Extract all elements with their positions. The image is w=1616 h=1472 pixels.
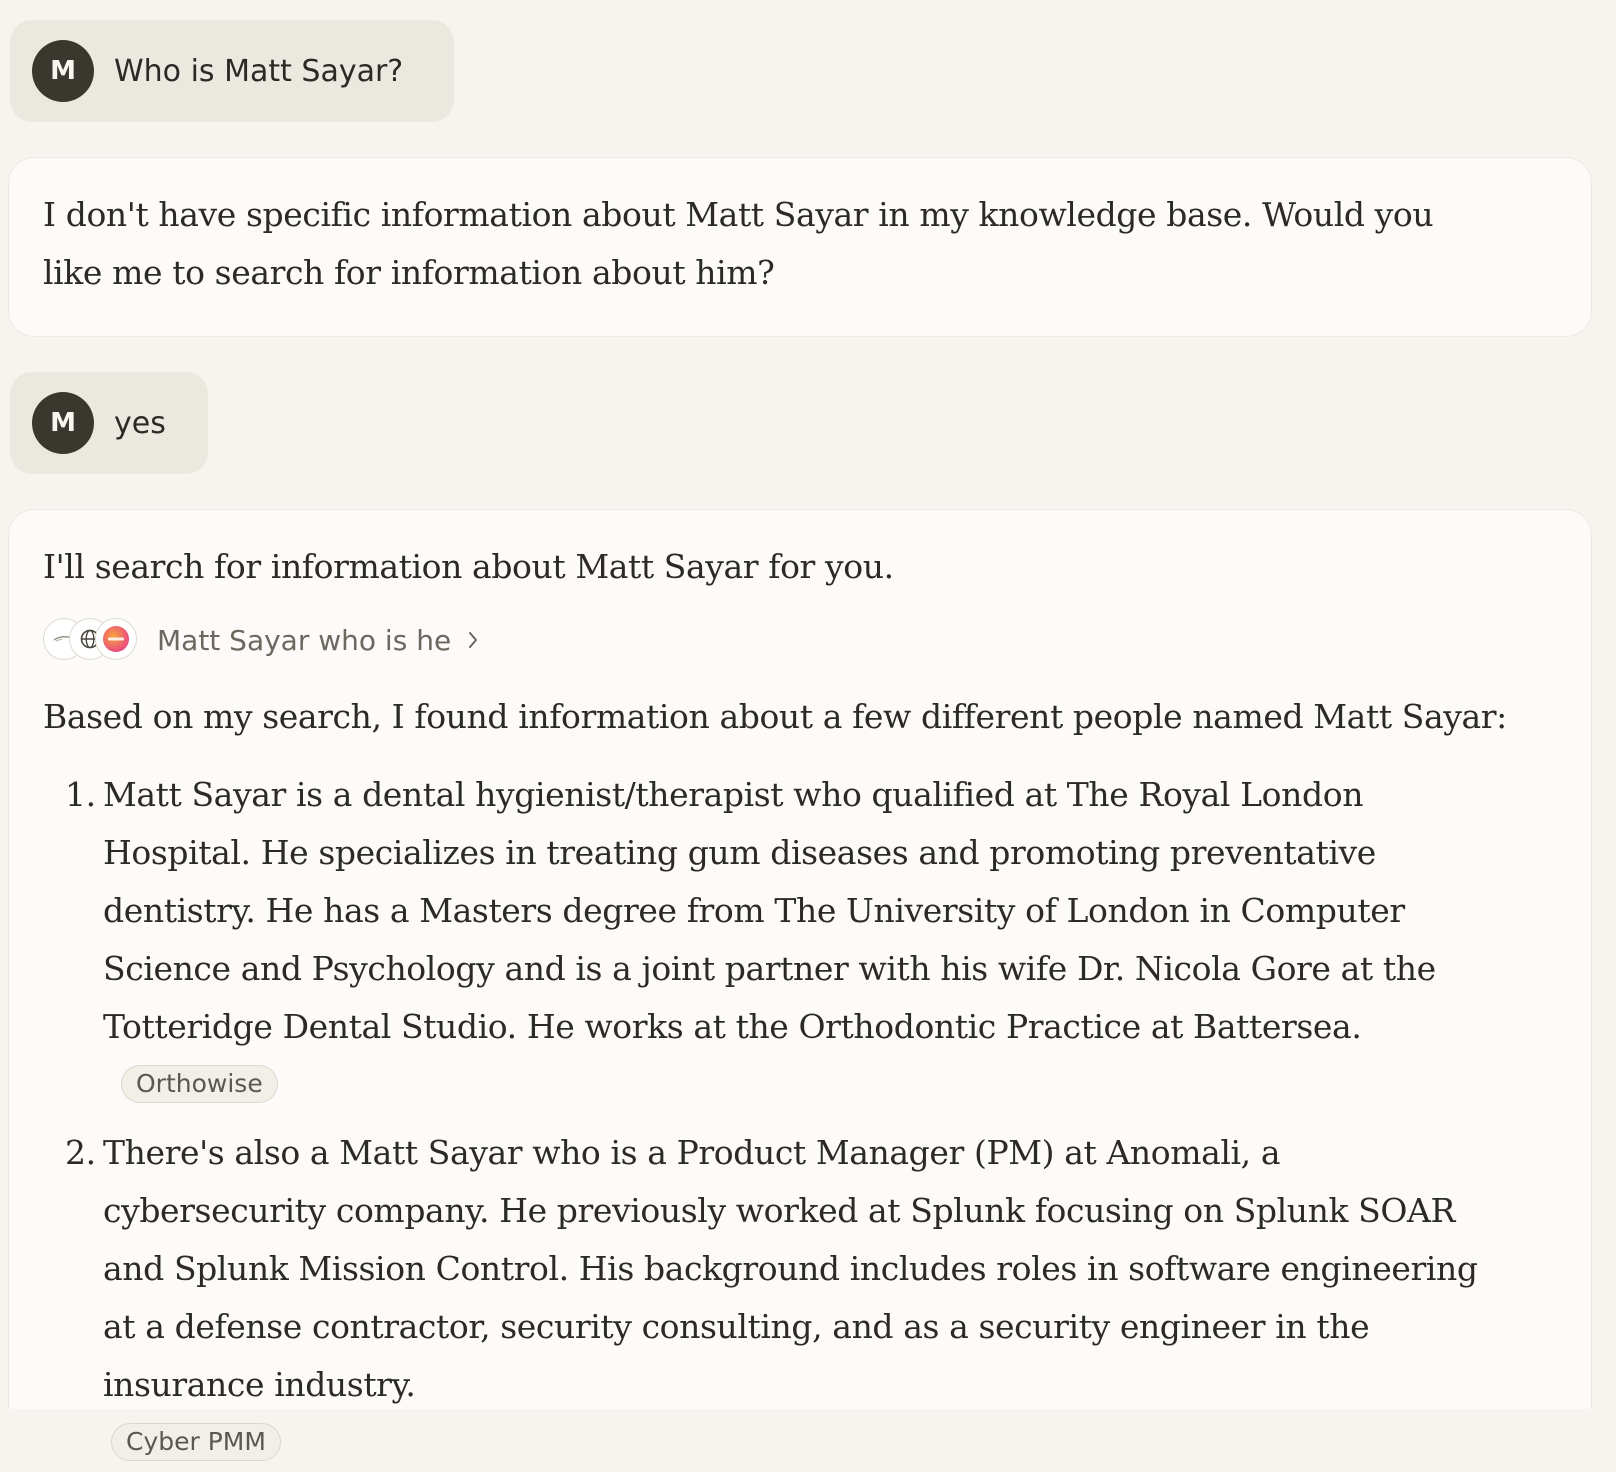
list-item-text: There's also a Matt Sayar who is a Produ… — [103, 1133, 1478, 1404]
assistant-intro-text: I'll search for information about Matt S… — [43, 547, 894, 586]
search-source-icons — [43, 618, 143, 662]
user-avatar[interactable]: M — [32, 392, 94, 454]
user-message-text: yes — [114, 405, 166, 441]
user-message-text: Who is Matt Sayar? — [114, 53, 404, 89]
web-search-result[interactable]: Matt Sayar who is he — [43, 618, 479, 662]
user-message-1: M Who is Matt Sayar? — [10, 20, 454, 122]
user-avatar[interactable]: M — [32, 40, 94, 102]
citation-badge[interactable]: Cyber PMM — [111, 1423, 281, 1461]
search-query-label[interactable]: Matt Sayar who is he — [157, 624, 451, 657]
list-number: 2. — [65, 1133, 96, 1172]
list-number: 1. — [65, 775, 96, 814]
user-message-2: M yes — [10, 372, 208, 474]
assistant-message-text: I don't have specific information about … — [43, 195, 1434, 292]
list-item: 2. There's also a Matt Sayar who is a Pr… — [43, 1124, 1503, 1472]
assistant-summary-text: Based on my search, I found information … — [43, 697, 1507, 736]
assistant-message-2: I'll search for information about Matt S… — [8, 509, 1592, 1461]
results-list: 1. Matt Sayar is a dental hygienist/ther… — [43, 766, 1591, 1472]
list-item-text: Matt Sayar is a dental hygienist/therapi… — [103, 775, 1436, 1046]
splunk-icon — [95, 618, 137, 660]
chevron-right-icon[interactable] — [467, 630, 479, 650]
assistant-message-1: I don't have specific information about … — [8, 157, 1592, 337]
list-item: 1. Matt Sayar is a dental hygienist/ther… — [43, 766, 1503, 1114]
citation-badge[interactable]: Orthowise — [121, 1065, 278, 1103]
